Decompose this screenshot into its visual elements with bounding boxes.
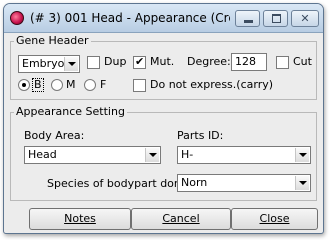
chevron-down-icon[interactable]: [145, 148, 159, 162]
body-area-value: Head: [28, 148, 57, 161]
body-area-label: Body Area:: [24, 129, 85, 142]
gene-header-legend: Gene Header: [14, 34, 91, 48]
cut-checkbox[interactable]: [276, 56, 289, 69]
body-area-dropdown[interactable]: Head: [24, 146, 161, 164]
close-window-button[interactable]: [291, 10, 319, 27]
sex-radio-m[interactable]: [51, 79, 63, 91]
notes-button[interactable]: Notes: [29, 208, 131, 230]
dialog-window: (# 3) 001 Head - Appearance (Crea... Gen…: [3, 3, 324, 234]
cut-label: Cut: [293, 55, 312, 68]
gene-type-dropdown[interactable]: Embryo: [18, 55, 80, 73]
no-express-checkbox[interactable]: [133, 79, 146, 92]
mut-checkbox[interactable]: [133, 55, 146, 69]
donor-dropdown[interactable]: Norn: [177, 174, 311, 192]
parts-id-value: H-: [181, 148, 194, 161]
cancel-button[interactable]: Cancel: [131, 208, 231, 230]
appearance-legend: Appearance Setting: [14, 105, 127, 119]
mut-label: Mut.: [150, 55, 175, 68]
sex-radio-f[interactable]: [84, 79, 96, 91]
dup-checkbox[interactable]: [87, 56, 100, 69]
degree-field[interactable]: 128: [231, 53, 267, 71]
title-bar[interactable]: (# 3) 001 Head - Appearance (Crea...: [4, 4, 323, 33]
cancel-button-label: Cancel: [162, 212, 200, 225]
parts-id-dropdown[interactable]: H-: [177, 146, 311, 164]
close-button[interactable]: Close: [231, 208, 318, 230]
chevron-down-icon[interactable]: [64, 57, 78, 71]
sex-radio-f-label: F: [100, 78, 107, 91]
donor-value: Norn: [181, 176, 208, 189]
maximize-button[interactable]: [263, 10, 288, 27]
donor-label: Species of bodypart donor:: [47, 177, 196, 190]
close-button-label: Close: [259, 212, 290, 225]
notes-button-label: Notes: [64, 212, 96, 225]
no-express-label: Do not express.(carry): [150, 78, 274, 91]
minimize-button[interactable]: [235, 10, 260, 27]
window-title: (# 3) 001 Head - Appearance (Crea...: [30, 11, 230, 25]
chevron-down-icon[interactable]: [295, 148, 309, 162]
sex-radio-b[interactable]: [18, 79, 30, 91]
sex-radio-b-label: B: [32, 78, 44, 92]
app-icon: [10, 11, 24, 25]
dup-label: Dup: [104, 55, 127, 68]
gene-type-value: Embryo: [22, 57, 64, 70]
parts-id-label: Parts ID:: [177, 129, 224, 142]
degree-label: Degree:: [187, 55, 231, 68]
chevron-down-icon[interactable]: [295, 176, 309, 190]
sex-radio-m-label: M: [66, 78, 76, 91]
